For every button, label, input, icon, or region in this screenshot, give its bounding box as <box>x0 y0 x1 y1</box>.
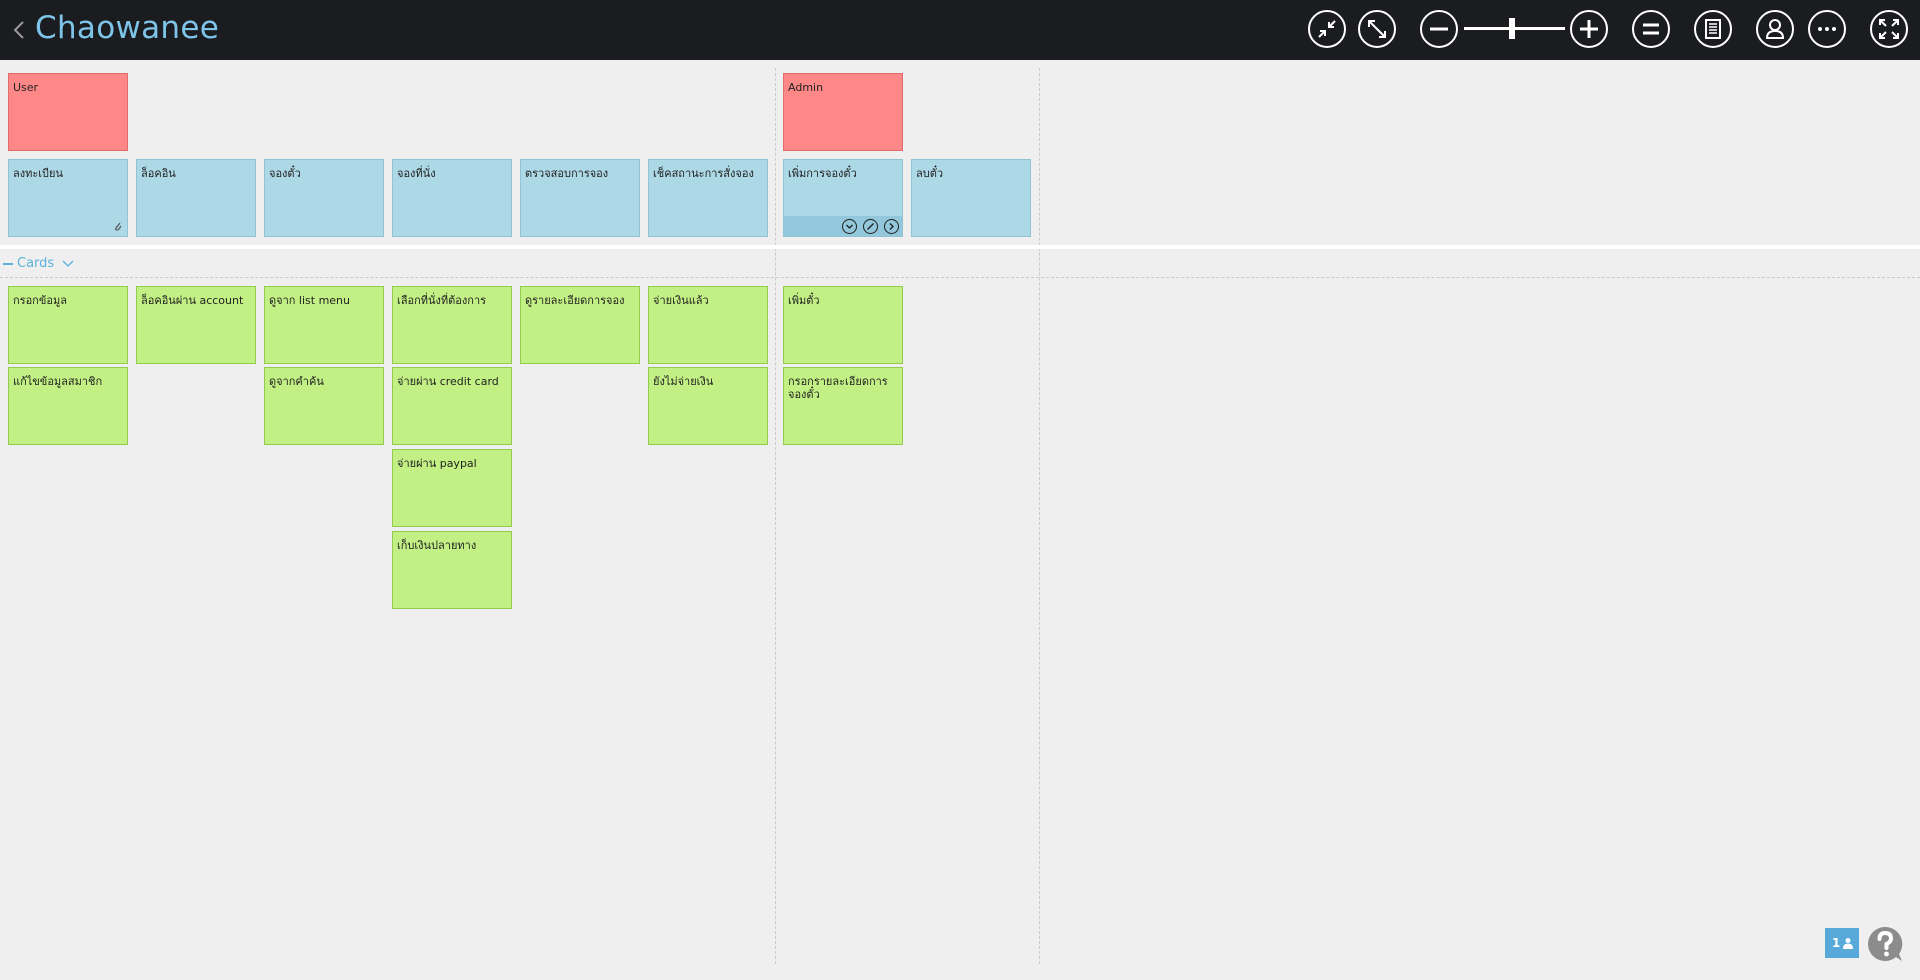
card-label: ลบตั๋ว <box>916 167 944 180</box>
card-label: เพิ่มตั๋ว <box>788 294 820 307</box>
back-chevron-icon[interactable] <box>8 14 30 46</box>
online-users-badge[interactable]: 1 <box>1825 928 1859 958</box>
user-icon[interactable] <box>1756 10 1794 48</box>
card-label: ตรวจสอบการจอง <box>525 167 609 180</box>
release-divider <box>0 245 1920 249</box>
story-card[interactable]: ดูจาก list menu <box>264 286 384 364</box>
card-label: เลือกที่นั่งที่ต้องการ <box>397 294 487 307</box>
online-users-count: 1 <box>1832 936 1841 950</box>
card-label: เช็คสถานะการสั่งจอง <box>653 167 754 180</box>
card-label: เก็บเงินปลายทาง <box>397 539 477 552</box>
more-icon[interactable] <box>1808 10 1846 48</box>
person-icon <box>1843 938 1853 949</box>
attachment-icon <box>115 222 122 231</box>
story-card[interactable]: เก็บเงินปลายทาง <box>392 531 512 609</box>
story-card[interactable]: ดูจากคำค้น <box>264 367 384 445</box>
equalize-icon[interactable] <box>1632 10 1670 48</box>
chevron-down-icon[interactable] <box>842 219 857 234</box>
story-card[interactable]: ดูรายละเอียดการจอง <box>520 286 640 364</box>
story-card[interactable]: ยังไม่จ่ายเงิน <box>648 367 768 445</box>
top-bar: Chaowanee <box>0 0 1920 60</box>
activity-card[interactable]: ลงทะเบียน <box>8 159 128 237</box>
story-card[interactable]: จ่ายเงินแล้ว <box>648 286 768 364</box>
card-label: Admin <box>788 81 824 94</box>
zoom-out-icon[interactable] <box>1420 10 1458 48</box>
help-icon[interactable] <box>1865 924 1905 964</box>
row-divider <box>0 277 1920 278</box>
activity-card[interactable]: จองที่นั่ง <box>392 159 512 237</box>
activity-card[interactable]: ล็อคอิน <box>136 159 256 237</box>
list-icon[interactable] <box>1694 10 1732 48</box>
card-label: จ่ายเงินแล้ว <box>653 294 709 307</box>
card-action-bar <box>784 216 902 236</box>
release-label: Cards <box>17 256 55 271</box>
chevron-down-icon <box>62 260 74 267</box>
board-title: Chaowanee <box>35 10 220 46</box>
story-card[interactable]: แก้ไขข้อมูลสมาชิก <box>8 367 128 445</box>
activity-card[interactable]: จองตั๋ว <box>264 159 384 237</box>
card-label: กรอกข้อมูล <box>13 294 67 307</box>
expand-icon[interactable] <box>1358 10 1396 48</box>
card-label: ล็อคอินผ่าน account <box>141 294 244 307</box>
card-label: ล็อคอิน <box>141 167 176 180</box>
zoom-in-icon[interactable] <box>1570 10 1608 48</box>
card-label: จองตั๋ว <box>269 167 301 180</box>
story-card[interactable]: กรอกรายละเอียดการจองตั๋ว <box>783 367 903 445</box>
card-label: กรอกรายละเอียดการจองตั๋ว <box>788 375 888 401</box>
activity-card[interactable]: เช็คสถานะการสั่งจอง <box>648 159 768 237</box>
column-divider <box>1039 68 1040 964</box>
card-label: เพิ่มการจองตั๋ว <box>788 167 857 180</box>
collapse-icon[interactable] <box>1308 10 1346 48</box>
activity-card[interactable]: ลบตั๋ว <box>911 159 1031 237</box>
card-label: จองที่นั่ง <box>397 167 436 180</box>
card-label: แก้ไขข้อมูลสมาชิก <box>13 375 103 388</box>
story-card[interactable]: เพิ่มตั๋ว <box>783 286 903 364</box>
activity-card[interactable]: ตรวจสอบการจอง <box>520 159 640 237</box>
zoom-slider-handle[interactable] <box>1509 18 1515 39</box>
role-card-admin[interactable]: Admin <box>783 73 903 151</box>
role-card-user[interactable]: User <box>8 73 128 151</box>
card-label: ดูรายละเอียดการจอง <box>525 294 625 307</box>
fullscreen-icon[interactable] <box>1870 10 1908 48</box>
card-label: ดูจากคำค้น <box>269 375 324 388</box>
card-label: จ่ายผ่าน credit card <box>397 375 499 388</box>
card-label: จ่ายผ่าน paypal <box>397 457 477 470</box>
minus-icon <box>3 263 13 265</box>
edit-icon[interactable] <box>863 219 878 234</box>
card-label: User <box>13 81 39 94</box>
column-divider <box>775 68 776 964</box>
story-card[interactable]: เลือกที่นั่งที่ต้องการ <box>392 286 512 364</box>
story-card[interactable]: ล็อคอินผ่าน account <box>136 286 256 364</box>
card-label: ยังไม่จ่ายเงิน <box>653 375 714 388</box>
story-card[interactable]: จ่ายผ่าน credit card <box>392 367 512 445</box>
story-card[interactable]: กรอกข้อมูล <box>8 286 128 364</box>
card-label: ดูจาก list menu <box>269 294 351 307</box>
card-label: ลงทะเบียน <box>13 167 63 180</box>
chevron-right-icon[interactable] <box>884 219 899 234</box>
story-card[interactable]: จ่ายผ่าน paypal <box>392 449 512 527</box>
activity-card[interactable]: เพิ่มการจองตั๋ว <box>783 159 903 237</box>
